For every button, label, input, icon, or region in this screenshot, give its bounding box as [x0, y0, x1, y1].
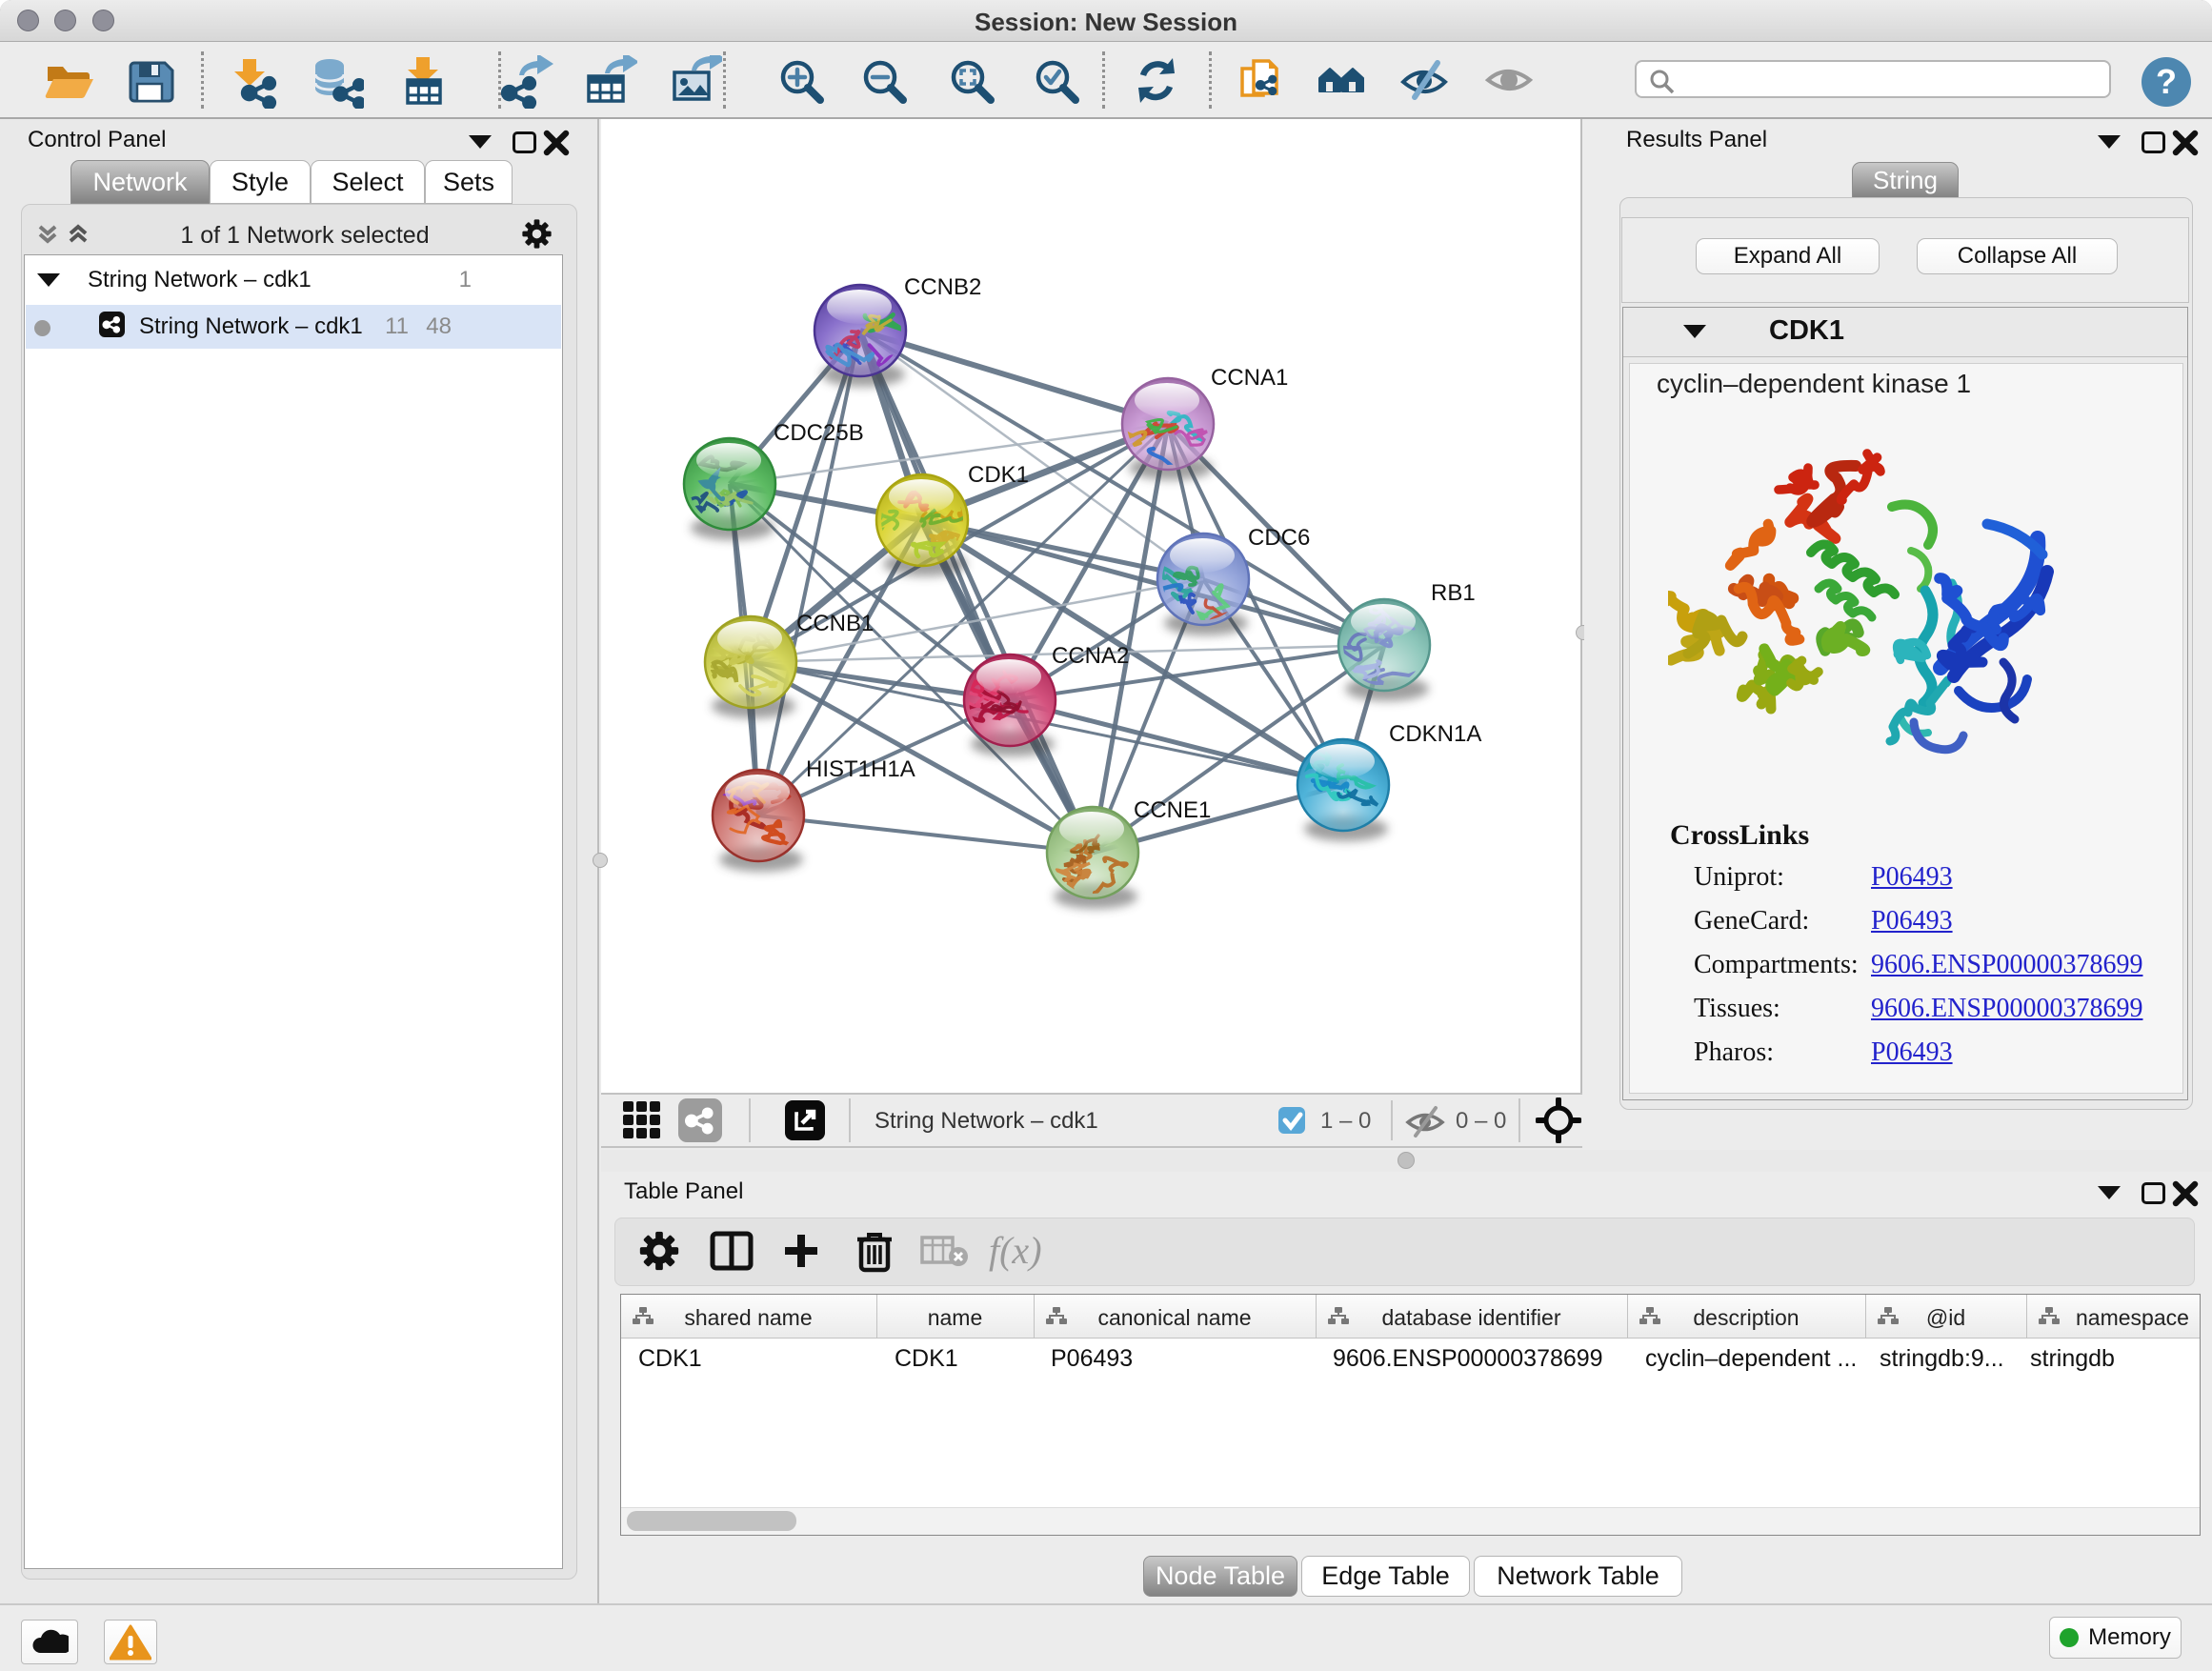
- svg-text:RB1: RB1: [1431, 580, 1476, 606]
- svg-text:CCNA2: CCNA2: [1052, 643, 1129, 669]
- svg-text:CCNE1: CCNE1: [1134, 797, 1211, 823]
- svg-text:CDK1: CDK1: [968, 462, 1029, 488]
- svg-text:CCNB1: CCNB1: [796, 611, 874, 636]
- svg-text:CDKN1A: CDKN1A: [1389, 721, 1481, 747]
- svg-text:HIST1H1A: HIST1H1A: [806, 756, 915, 782]
- svg-text:CCNB2: CCNB2: [904, 274, 981, 300]
- svg-text:CCNA1: CCNA1: [1211, 365, 1288, 391]
- svg-text:CDC6: CDC6: [1248, 525, 1310, 551]
- svg-text:CDC25B: CDC25B: [774, 420, 864, 446]
